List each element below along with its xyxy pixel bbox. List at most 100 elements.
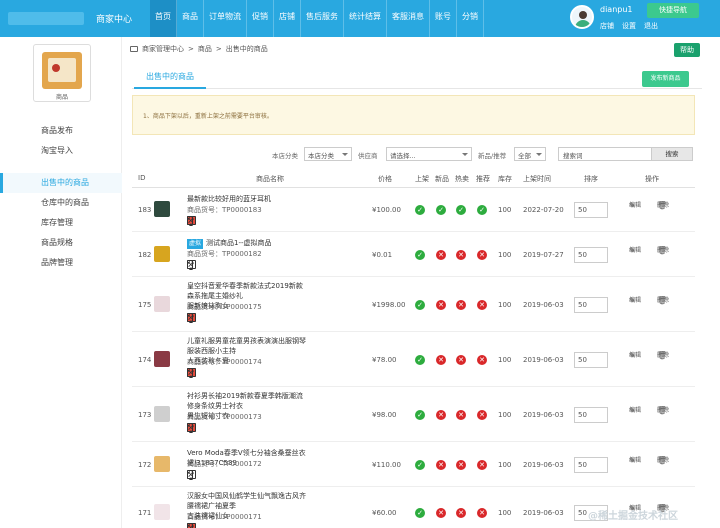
logout-link[interactable]: 退出	[644, 21, 658, 31]
nav-messages[interactable]: 客服消息	[387, 0, 430, 37]
product-name[interactable]: 虚拟 测试商品1--虚拟商品	[187, 238, 307, 249]
virtual-tag: 虚拟	[187, 239, 204, 249]
on-sale-flag-icon[interactable]: ✓	[415, 249, 425, 260]
sidebar-item-stock[interactable]: 库存管理	[0, 213, 122, 233]
product-price: ¥78.00	[372, 355, 397, 364]
product-thumbnail[interactable]	[154, 350, 170, 367]
product-thumbnail[interactable]	[154, 201, 170, 217]
store-link[interactable]: 店铺	[600, 21, 614, 31]
breadcrumb-goods[interactable]: 商品	[198, 44, 212, 54]
breadcrumb-home[interactable]: 商家管理中心	[142, 44, 184, 54]
new-flag-icon[interactable]: ✕	[436, 354, 446, 365]
product-thumbnail[interactable]	[154, 504, 170, 520]
site-title: 商家中心	[96, 15, 133, 25]
new-flag-icon[interactable]: ✕	[436, 459, 446, 470]
recommend-flag-icon[interactable]: ✓	[477, 205, 487, 215]
hot-flag-icon[interactable]: ✓	[456, 205, 466, 215]
notice-box: 1、商品下架以后，重新上架之前需要平台审核。	[132, 95, 695, 135]
hot-flag-icon[interactable]: ✕	[456, 409, 466, 420]
product-price: ¥98.00	[372, 410, 397, 419]
sidebar-item-publish[interactable]: 商品发布	[0, 121, 122, 141]
hot-flag-icon[interactable]: ✕	[456, 508, 466, 518]
filter-bar: 本店分类 本店分类 供应商 请选择... 新品/推荐 全部 搜索词 搜索	[132, 145, 695, 163]
nav-orders[interactable]: 订单物流	[204, 0, 247, 37]
supplier-label: 供应商	[358, 152, 378, 160]
product-date: 2022-07-20	[523, 206, 564, 214]
product-sku: 商品货号：TP0000174	[187, 358, 262, 366]
product-thumbnail[interactable]	[154, 245, 170, 262]
recommend-flag-icon[interactable]: ✕	[477, 354, 487, 365]
avatar[interactable]	[570, 5, 594, 29]
nav-after-sales[interactable]: 售后服务	[301, 0, 344, 37]
product-sku: 商品货号：TP0000173	[187, 413, 262, 421]
image-icon	[187, 313, 196, 323]
quick-nav-button[interactable]: 快捷导航	[647, 3, 699, 18]
hot-flag-icon[interactable]: ✕	[456, 299, 466, 310]
on-sale-flag-icon[interactable]: ✓	[415, 508, 425, 518]
new-flag-icon[interactable]: ✕	[436, 299, 446, 310]
product-name-line: 衬衫男长袖2019新款春夏季韩版潮流修身条纹男士衬衣	[187, 392, 303, 410]
search-input[interactable]: 搜索词	[558, 147, 652, 161]
recommend-flag-icon[interactable]: ✕	[477, 249, 487, 260]
new-flag-icon[interactable]: ✕	[436, 508, 446, 518]
new-flag-icon[interactable]: ✓	[436, 205, 446, 215]
new-flag-icon[interactable]: ✕	[436, 249, 446, 260]
sort-input[interactable]: 50	[574, 406, 608, 423]
nav-stats[interactable]: 统计结算	[344, 0, 387, 37]
nav-store[interactable]: 店铺	[274, 0, 301, 37]
nav-goods[interactable]: 商品	[177, 0, 204, 37]
product-name-line: 儿童礼服男童花童男孩表演演出服钢琴服装西服小主持	[187, 337, 306, 355]
product-thumbnail[interactable]	[154, 455, 170, 472]
flag-select[interactable]: 全部	[514, 147, 546, 161]
product-stock: 100	[498, 206, 512, 214]
on-sale-flag-icon[interactable]: ✓	[415, 205, 425, 215]
sort-input[interactable]: 50	[574, 351, 608, 368]
settings-link[interactable]: 设置	[622, 21, 636, 31]
on-sale-flag-icon[interactable]: ✓	[415, 409, 425, 420]
hot-flag-icon[interactable]: ✕	[456, 459, 466, 470]
hot-flag-icon[interactable]: ✕	[456, 354, 466, 365]
nav-distribution[interactable]: 分销	[457, 0, 484, 37]
sort-input[interactable]: 50	[574, 246, 608, 263]
product-stock: 100	[498, 460, 512, 469]
product-name-line: 测试商品1--虚拟商品	[206, 239, 272, 247]
tab-on-sale[interactable]: 出售中的商品	[134, 69, 206, 89]
sort-input[interactable]: 50	[574, 296, 608, 313]
recommend-flag-icon[interactable]: ✕	[477, 409, 487, 420]
logo[interactable]	[8, 12, 84, 25]
sidebar-item-taobao-import[interactable]: 淘宝导入	[0, 141, 122, 161]
table-row: 174 儿童礼服男童花童男孩表演演出服钢琴服装西服小主持 人西装秋冬夏 商品货号：TP…	[132, 332, 695, 387]
product-price: ¥1998.00	[372, 300, 406, 309]
sort-input[interactable]: 50	[574, 202, 608, 218]
add-goods-button[interactable]: 发布新商品	[642, 71, 689, 87]
sidebar-item-on-sale[interactable]: 出售中的商品	[0, 173, 122, 193]
recommend-flag-icon[interactable]: ✕	[477, 299, 487, 310]
top-bar: 商家中心 首页 商品 订单物流 促销 店铺 售后服务 统计结算 客服消息 账号 …	[0, 0, 720, 37]
sidebar-item-brands[interactable]: 品牌管理	[0, 253, 122, 273]
sidebar-item-warehouse[interactable]: 仓库中的商品	[0, 193, 122, 213]
help-button[interactable]: 帮助	[674, 43, 700, 57]
supplier-select[interactable]: 请选择...	[386, 147, 472, 161]
shop-label: 商品	[55, 94, 68, 101]
product-thumbnail[interactable]	[154, 295, 170, 312]
on-sale-flag-icon[interactable]: ✓	[415, 354, 425, 365]
recommend-flag-icon[interactable]: ✕	[477, 508, 487, 518]
recommend-flag-icon[interactable]: ✕	[477, 459, 487, 470]
nav-home[interactable]: 首页	[150, 0, 177, 37]
new-flag-icon[interactable]: ✕	[436, 409, 446, 420]
nav-account[interactable]: 账号	[430, 0, 457, 37]
product-thumbnail[interactable]	[154, 405, 170, 422]
product-name-line: 汉服女中国风仙鹤学生仙气飘逸古风齐腰襦裙广袖夏季	[187, 492, 306, 510]
nav-promotion[interactable]: 促销	[247, 0, 274, 37]
search-button[interactable]: 搜索	[651, 147, 693, 161]
sort-input[interactable]: 50	[574, 456, 608, 473]
on-sale-flag-icon[interactable]: ✓	[415, 299, 425, 310]
sidebar-item-specs[interactable]: 商品规格	[0, 233, 122, 253]
hot-flag-icon[interactable]: ✕	[456, 249, 466, 260]
shop-logo-box[interactable]: 商品	[33, 44, 91, 102]
table-row: 175 皇空抖音爱华春季新款法式2019新款森系拖尾主婚纱礼 服新娘抹胸女 商品货号：…	[132, 277, 695, 332]
on-sale-flag-icon[interactable]: ✓	[415, 459, 425, 470]
image-icon	[187, 216, 196, 226]
category-select[interactable]: 本店分类	[304, 147, 352, 161]
product-name[interactable]: 最新款比较好用的蓝牙耳机	[187, 194, 307, 204]
